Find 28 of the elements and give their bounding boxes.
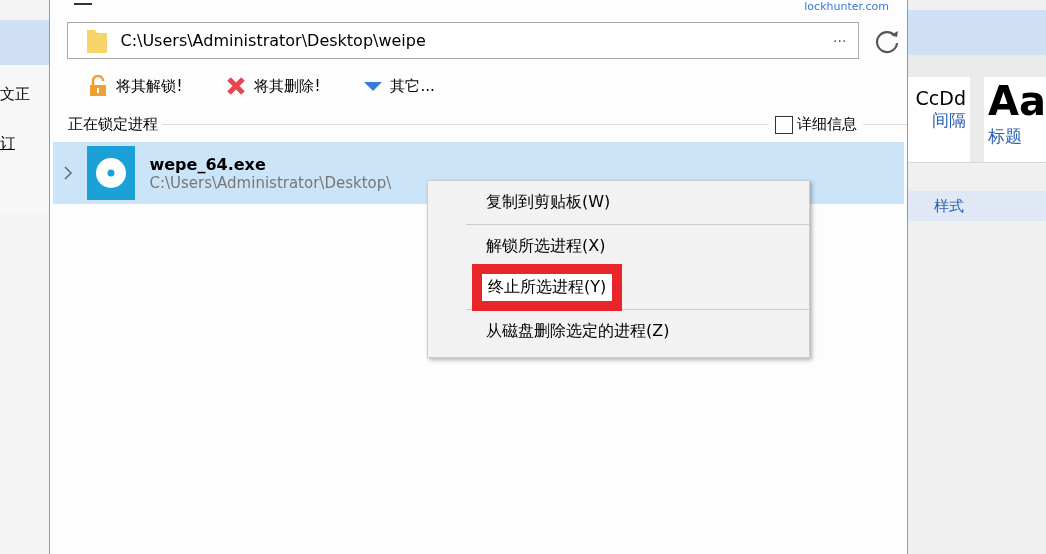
style-label: 文正 (0, 85, 31, 104)
style-card[interactable]: Aa 标题 (984, 77, 1046, 162)
style-sample: CcDd (915, 87, 966, 109)
toolbar-button[interactable]: 将其解锁! (88, 75, 183, 97)
style-label: 间隔 (932, 109, 966, 132)
folder-icon (86, 27, 109, 54)
group-label: 样式 (934, 196, 964, 216)
toolbar-button[interactable]: 将其删除! (226, 75, 321, 97)
website-link[interactable]: lockhunter.com (804, 0, 889, 13)
section-title: 正在锁定进程 (68, 115, 160, 134)
toolbar-button[interactable]: 其它... (364, 75, 435, 97)
process-name: wepe_64.exe (149, 154, 267, 174)
checkbox[interactable] (775, 115, 793, 134)
triangle-icon (364, 80, 383, 92)
close-icon (226, 76, 247, 96)
details-checkbox[interactable]: 详细信息 (769, 115, 863, 134)
style-sample: Aa (988, 77, 1046, 125)
padlock-icon (88, 75, 109, 97)
chevron-icon[interactable] (63, 166, 74, 180)
ribbon-label: 订 (0, 134, 16, 153)
style-label: 标题 (988, 125, 1022, 148)
process-path: C:\Users\Administrator\Desktop\ (149, 173, 392, 192)
path-field[interactable]: C:\Users\Administrator\Desktop\weipe ··· (67, 22, 860, 59)
ribbon-tab-bar (0, 20, 50, 65)
menu-item[interactable]: 解锁所选进程(X) (476, 231, 616, 262)
menu-item[interactable]: 从磁盘删除选定的进程(Z) (476, 316, 680, 347)
more-button[interactable]: ··· (833, 32, 847, 49)
style-card[interactable]: CcDd 间隔 (908, 77, 970, 162)
